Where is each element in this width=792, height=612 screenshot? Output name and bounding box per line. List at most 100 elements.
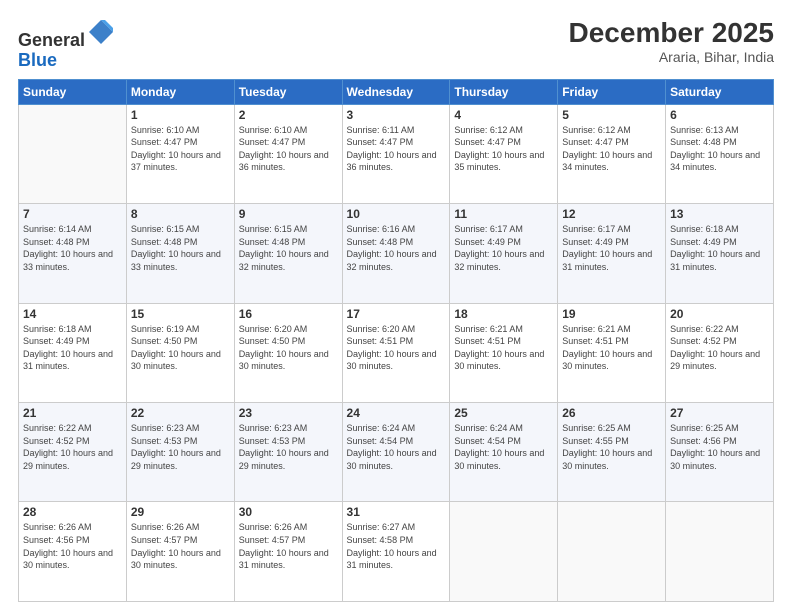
day-number: 28 bbox=[23, 505, 122, 519]
day-info: Sunrise: 6:18 AMSunset: 4:49 PMDaylight:… bbox=[23, 323, 122, 373]
day-number: 20 bbox=[670, 307, 769, 321]
table-row: 10 Sunrise: 6:16 AMSunset: 4:48 PMDayligh… bbox=[342, 204, 450, 303]
table-row bbox=[558, 502, 666, 602]
table-row: 31 Sunrise: 6:27 AMSunset: 4:58 PMDayligh… bbox=[342, 502, 450, 602]
day-info: Sunrise: 6:27 AMSunset: 4:58 PMDaylight:… bbox=[347, 521, 446, 571]
day-number: 29 bbox=[131, 505, 230, 519]
calendar-page: General Blue December 2025 Araria, Bihar… bbox=[0, 0, 792, 612]
col-saturday: Saturday bbox=[666, 79, 774, 104]
col-wednesday: Wednesday bbox=[342, 79, 450, 104]
day-number: 12 bbox=[562, 207, 661, 221]
day-number: 27 bbox=[670, 406, 769, 420]
table-row: 18 Sunrise: 6:21 AMSunset: 4:51 PMDayligh… bbox=[450, 303, 558, 402]
table-row: 9 Sunrise: 6:15 AMSunset: 4:48 PMDaylight… bbox=[234, 204, 342, 303]
day-info: Sunrise: 6:10 AMSunset: 4:47 PMDaylight:… bbox=[131, 124, 230, 174]
day-info: Sunrise: 6:13 AMSunset: 4:48 PMDaylight:… bbox=[670, 124, 769, 174]
table-row: 28 Sunrise: 6:26 AMSunset: 4:56 PMDayligh… bbox=[19, 502, 127, 602]
day-number: 30 bbox=[239, 505, 338, 519]
day-number: 25 bbox=[454, 406, 553, 420]
day-number: 18 bbox=[454, 307, 553, 321]
col-tuesday: Tuesday bbox=[234, 79, 342, 104]
day-number: 23 bbox=[239, 406, 338, 420]
calendar-table: Sunday Monday Tuesday Wednesday Thursday… bbox=[18, 79, 774, 602]
header: General Blue December 2025 Araria, Bihar… bbox=[18, 18, 774, 71]
table-row: 12 Sunrise: 6:17 AMSunset: 4:49 PMDayligh… bbox=[558, 204, 666, 303]
table-row: 15 Sunrise: 6:19 AMSunset: 4:50 PMDayligh… bbox=[126, 303, 234, 402]
day-info: Sunrise: 6:16 AMSunset: 4:48 PMDaylight:… bbox=[347, 223, 446, 273]
day-number: 8 bbox=[131, 207, 230, 221]
day-info: Sunrise: 6:26 AMSunset: 4:57 PMDaylight:… bbox=[239, 521, 338, 571]
table-row: 17Sunrise: 6:20 AMSunset: 4:51 PMDayligh… bbox=[342, 303, 450, 402]
location: Araria, Bihar, India bbox=[569, 49, 774, 65]
day-number: 1 bbox=[131, 108, 230, 122]
table-row: 23Sunrise: 6:23 AMSunset: 4:53 PMDayligh… bbox=[234, 403, 342, 502]
day-info: Sunrise: 6:20 AMSunset: 4:50 PMDaylight:… bbox=[239, 323, 338, 373]
day-info: Sunrise: 6:12 AMSunset: 4:47 PMDaylight:… bbox=[562, 124, 661, 174]
table-row: 27Sunrise: 6:25 AMSunset: 4:56 PMDayligh… bbox=[666, 403, 774, 502]
day-info: Sunrise: 6:12 AMSunset: 4:47 PMDaylight:… bbox=[454, 124, 553, 174]
table-row: 11 Sunrise: 6:17 AMSunset: 4:49 PMDayligh… bbox=[450, 204, 558, 303]
table-row: 20 Sunrise: 6:22 AMSunset: 4:52 PMDayligh… bbox=[666, 303, 774, 402]
table-row: 24 Sunrise: 6:24 AMSunset: 4:54 PMDayligh… bbox=[342, 403, 450, 502]
table-row: 1 Sunrise: 6:10 AMSunset: 4:47 PMDaylight… bbox=[126, 104, 234, 203]
day-info: Sunrise: 6:17 AMSunset: 4:49 PMDaylight:… bbox=[562, 223, 661, 273]
table-row: 5 Sunrise: 6:12 AMSunset: 4:47 PMDaylight… bbox=[558, 104, 666, 203]
table-row: 14 Sunrise: 6:18 AMSunset: 4:49 PMDayligh… bbox=[19, 303, 127, 402]
table-row: 13Sunrise: 6:18 AMSunset: 4:49 PMDayligh… bbox=[666, 204, 774, 303]
table-row: 6Sunrise: 6:13 AMSunset: 4:48 PMDaylight… bbox=[666, 104, 774, 203]
table-row: 7Sunrise: 6:14 AMSunset: 4:48 PMDaylight… bbox=[19, 204, 127, 303]
table-row: 2 Sunrise: 6:10 AMSunset: 4:47 PMDaylight… bbox=[234, 104, 342, 203]
day-info: Sunrise: 6:19 AMSunset: 4:50 PMDaylight:… bbox=[131, 323, 230, 373]
day-info: Sunrise: 6:22 AMSunset: 4:52 PMDaylight:… bbox=[23, 422, 122, 472]
month-year: December 2025 bbox=[569, 18, 774, 49]
table-row: 4 Sunrise: 6:12 AMSunset: 4:47 PMDaylight… bbox=[450, 104, 558, 203]
day-number: 2 bbox=[239, 108, 338, 122]
table-row: 25 Sunrise: 6:24 AMSunset: 4:54 PMDayligh… bbox=[450, 403, 558, 502]
day-number: 31 bbox=[347, 505, 446, 519]
day-number: 14 bbox=[23, 307, 122, 321]
day-info: Sunrise: 6:15 AMSunset: 4:48 PMDaylight:… bbox=[131, 223, 230, 273]
day-number: 10 bbox=[347, 207, 446, 221]
day-info: Sunrise: 6:25 AMSunset: 4:55 PMDaylight:… bbox=[562, 422, 661, 472]
table-row bbox=[450, 502, 558, 602]
table-row: 29 Sunrise: 6:26 AMSunset: 4:57 PMDayligh… bbox=[126, 502, 234, 602]
day-number: 21 bbox=[23, 406, 122, 420]
day-number: 22 bbox=[131, 406, 230, 420]
table-row: 16 Sunrise: 6:20 AMSunset: 4:50 PMDayligh… bbox=[234, 303, 342, 402]
day-info: Sunrise: 6:11 AMSunset: 4:47 PMDaylight:… bbox=[347, 124, 446, 174]
col-thursday: Thursday bbox=[450, 79, 558, 104]
day-number: 19 bbox=[562, 307, 661, 321]
day-number: 5 bbox=[562, 108, 661, 122]
day-info: Sunrise: 6:24 AMSunset: 4:54 PMDaylight:… bbox=[454, 422, 553, 472]
day-number: 13 bbox=[670, 207, 769, 221]
day-info: Sunrise: 6:14 AMSunset: 4:48 PMDaylight:… bbox=[23, 223, 122, 273]
table-row: 8 Sunrise: 6:15 AMSunset: 4:48 PMDaylight… bbox=[126, 204, 234, 303]
logo-blue: Blue bbox=[18, 50, 57, 70]
day-number: 24 bbox=[347, 406, 446, 420]
day-info: Sunrise: 6:24 AMSunset: 4:54 PMDaylight:… bbox=[347, 422, 446, 472]
day-number: 4 bbox=[454, 108, 553, 122]
day-info: Sunrise: 6:15 AMSunset: 4:48 PMDaylight:… bbox=[239, 223, 338, 273]
col-friday: Friday bbox=[558, 79, 666, 104]
table-row bbox=[666, 502, 774, 602]
day-number: 15 bbox=[131, 307, 230, 321]
day-number: 16 bbox=[239, 307, 338, 321]
day-info: Sunrise: 6:21 AMSunset: 4:51 PMDaylight:… bbox=[454, 323, 553, 373]
logo: General Blue bbox=[18, 18, 115, 71]
table-row: 19 Sunrise: 6:21 AMSunset: 4:51 PMDayligh… bbox=[558, 303, 666, 402]
day-info: Sunrise: 6:10 AMSunset: 4:47 PMDaylight:… bbox=[239, 124, 338, 174]
day-info: Sunrise: 6:26 AMSunset: 4:56 PMDaylight:… bbox=[23, 521, 122, 571]
day-number: 3 bbox=[347, 108, 446, 122]
day-info: Sunrise: 6:26 AMSunset: 4:57 PMDaylight:… bbox=[131, 521, 230, 571]
table-row: 21 Sunrise: 6:22 AMSunset: 4:52 PMDayligh… bbox=[19, 403, 127, 502]
day-info: Sunrise: 6:23 AMSunset: 4:53 PMDaylight:… bbox=[131, 422, 230, 472]
day-number: 9 bbox=[239, 207, 338, 221]
header-row: Sunday Monday Tuesday Wednesday Thursday… bbox=[19, 79, 774, 104]
col-sunday: Sunday bbox=[19, 79, 127, 104]
day-number: 26 bbox=[562, 406, 661, 420]
day-info: Sunrise: 6:17 AMSunset: 4:49 PMDaylight:… bbox=[454, 223, 553, 273]
table-row: 30 Sunrise: 6:26 AMSunset: 4:57 PMDayligh… bbox=[234, 502, 342, 602]
day-info: Sunrise: 6:22 AMSunset: 4:52 PMDaylight:… bbox=[670, 323, 769, 373]
day-info: Sunrise: 6:21 AMSunset: 4:51 PMDaylight:… bbox=[562, 323, 661, 373]
day-number: 11 bbox=[454, 207, 553, 221]
